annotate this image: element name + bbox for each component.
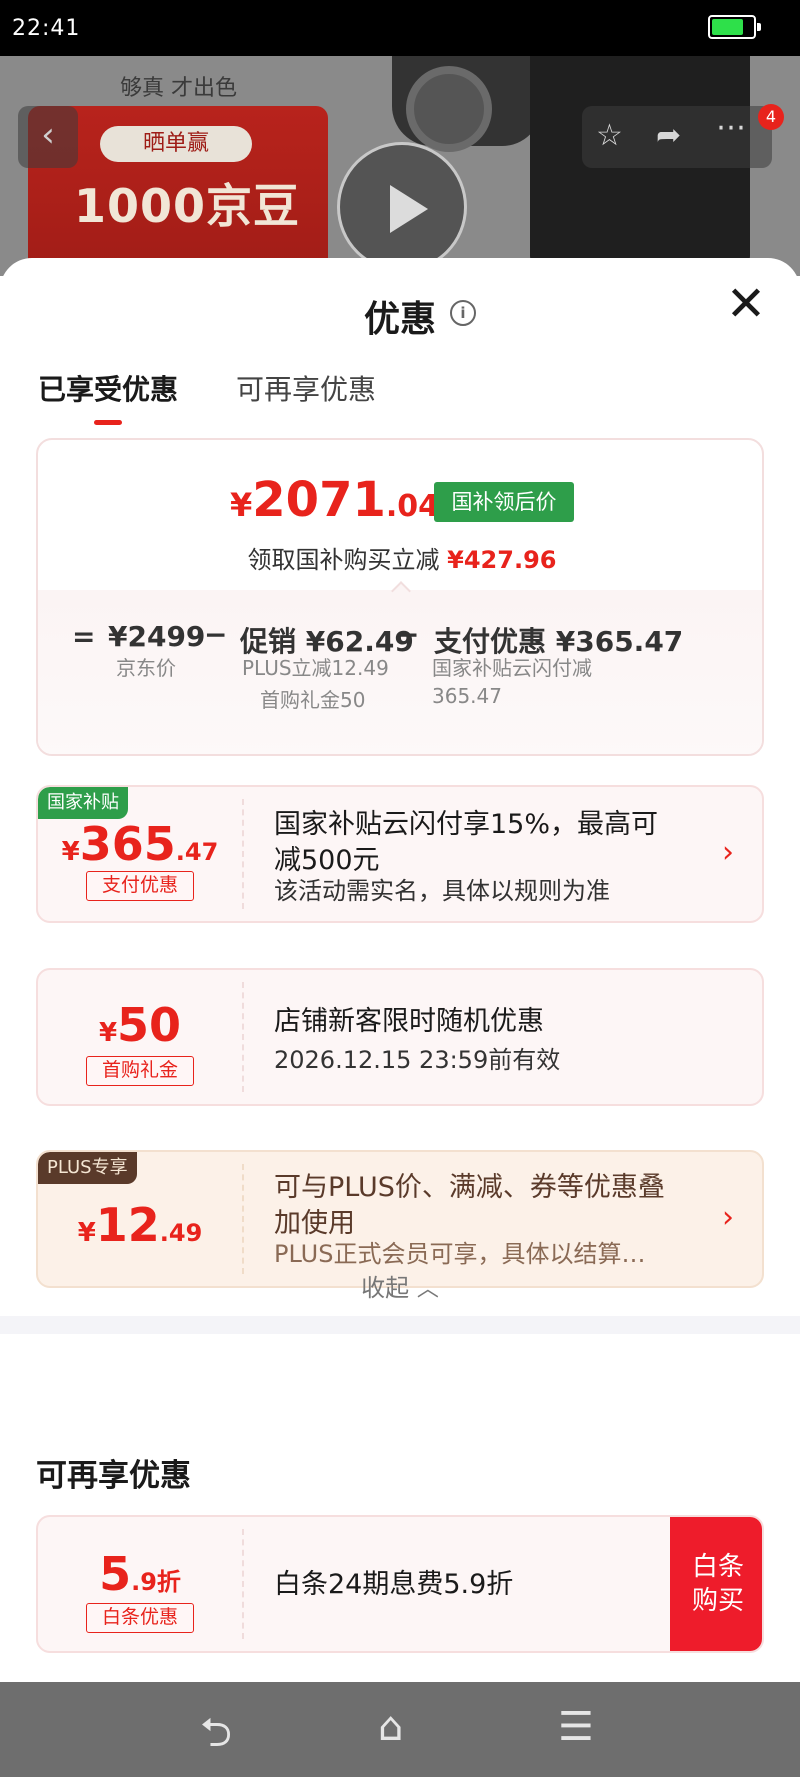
coupon-baitiao: 5.9折 白条优惠 白条24期息费5.9折 白条 购买 [36, 1515, 764, 1653]
battery-level-fill [712, 19, 743, 35]
coupon-amount: ¥12.49 [77, 1198, 203, 1252]
close-icon[interactable]: ✕ [722, 280, 770, 330]
status-time: 22:41 [12, 16, 81, 41]
promo-note-plus: PLUS立减12.49 [242, 656, 389, 680]
coupon-title: 白条24期息费5.9折 [274, 1569, 514, 1600]
jd-price-label: 京东价 [116, 656, 176, 680]
chevron-right-icon: › [722, 835, 734, 870]
share-icon[interactable]: ➦ [656, 118, 681, 153]
battery-icon [708, 15, 761, 39]
promo-pill: 晒单赢 [100, 126, 252, 162]
back-arrow-icon[interactable]: ‹ [18, 106, 78, 168]
section-divider [0, 1316, 800, 1334]
product-camera-image [392, 56, 542, 152]
top-actions: ☆ ➦ ⋯ [582, 106, 772, 168]
minus-sign: − [204, 618, 228, 651]
coupon-first-purchase[interactable]: ¥50 首购礼金 店铺新客限时随机优惠 2026.12.15 23:59前有效 [36, 968, 764, 1106]
jd-price: ¥2499 [108, 620, 206, 653]
sheet-title: 优惠 [363, 299, 436, 340]
coupon-type-tag: 首购礼金 [86, 1056, 194, 1086]
nav-menu-icon[interactable]: ☰ [558, 1704, 594, 1750]
notification-badge: 4 [758, 104, 784, 130]
collapse-button[interactable]: 收起 ︿ [0, 1268, 800, 1303]
more-dots-icon[interactable]: ⋯ [716, 110, 746, 145]
coupon-title: 可与PLUS价、满减、券等优惠叠加使用 [274, 1172, 665, 1239]
coupon-type-tag: 白条优惠 [86, 1603, 194, 1633]
coupon-subtitle: PLUS正式会员可享，具体以结算… [274, 1240, 646, 1268]
more-discounts-title: 可再享优惠 [36, 1458, 191, 1494]
coupon-title: 国家补贴云闪付享15%，最高可减500元 [274, 809, 659, 876]
reduce-amount: ¥427.96 [447, 546, 557, 574]
final-price: ¥2071.04 [230, 472, 440, 528]
navigation-bar: ⮌ ⌂ ☰ [0, 1682, 800, 1777]
pay-note-amount: 365.47 [432, 684, 502, 708]
coupon-title: 店铺新客限时随机优惠 [274, 1006, 544, 1037]
chevron-up-icon: ︿ [416, 1277, 439, 1302]
promo-note-gift: 首购礼金50 [260, 688, 366, 712]
tab-more[interactable]: 可再享优惠 [236, 368, 376, 408]
discount-sheet: 优惠 i ✕ 已享受优惠 可再享优惠 ¥2071.04 国补领后价 领取国补购买… [0, 258, 800, 1682]
coupon-amount: 5.9折 [99, 1547, 181, 1601]
product-backdrop: 够真 才出色 晒单赢 1000京豆 ‹ ☆ ➦ ⋯ 4 [0, 56, 800, 276]
coupon-subtitle: 2026.12.15 23:59前有效 [274, 1046, 561, 1074]
tab-active-indicator [94, 420, 122, 425]
star-icon[interactable]: ☆ [596, 118, 623, 153]
coupon-amount: ¥50 [98, 998, 182, 1052]
coupon-amount: ¥365.47 [61, 817, 219, 871]
coupon-type-tag: 支付优惠 [86, 871, 194, 901]
minus-sign: − [396, 618, 420, 651]
baitiao-buy-button[interactable]: 白条 购买 [670, 1517, 762, 1651]
reduce-line: 领取国补购买立减 ¥427.96 [247, 546, 557, 574]
chevron-right-icon: › [722, 1200, 734, 1235]
coupon-subtitle: 该活动需实名，具体以规则为准 [274, 877, 610, 905]
price-summary-card: ¥2071.04 国补领后价 领取国补购买立减 ¥427.96 = ¥2499 … [36, 438, 764, 756]
product-slogan: 够真 才出色 [120, 76, 237, 101]
subsidy-corner-tag: 国家补贴 [38, 787, 128, 819]
status-bar: 22:41 [0, 0, 800, 56]
nav-back-icon[interactable]: ⮌ [200, 1704, 232, 1772]
info-icon[interactable]: i [450, 300, 476, 326]
nav-home-icon[interactable]: ⌂ [378, 1704, 403, 1750]
play-icon[interactable] [337, 142, 467, 272]
equals-sign: = [72, 620, 96, 653]
plus-corner-tag: PLUS专享 [38, 1152, 137, 1184]
tab-enjoyed[interactable]: 已享受优惠 [38, 368, 178, 408]
promo-title: 1000京豆 [74, 179, 301, 233]
coupon-national-subsidy[interactable]: 国家补贴 ¥365.47 支付优惠 国家补贴云闪付享15%，最高可减500元 该… [36, 785, 764, 923]
subsidy-price-tag: 国补领后价 [434, 482, 574, 522]
